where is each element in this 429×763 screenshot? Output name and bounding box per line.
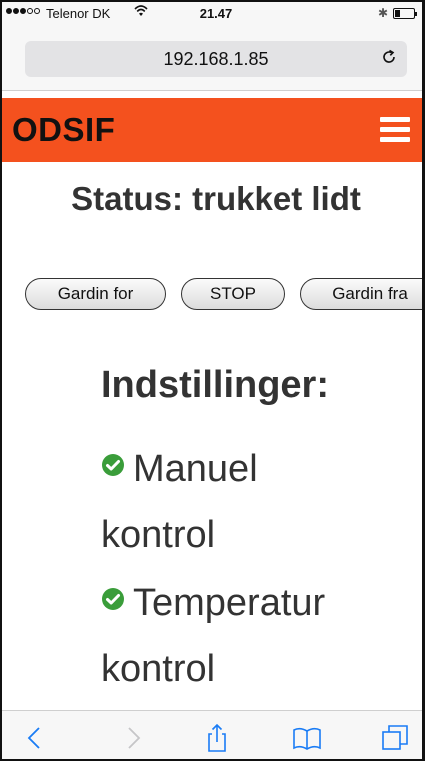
settings-heading: Indstillinger: bbox=[101, 364, 329, 406]
setting-manual-control[interactable]: Manuel kontrol bbox=[101, 436, 401, 568]
setting-label-line2: kontrol bbox=[101, 648, 216, 690]
curtain-close-button[interactable]: Gardin for bbox=[25, 278, 166, 310]
bluetooth-icon: ✱ bbox=[378, 6, 389, 20]
device-frame: Telenor DK 21.47 ✱ 192.168.1.85 ODSIF St… bbox=[0, 0, 425, 761]
tabs-icon[interactable] bbox=[380, 723, 410, 753]
browser-toolbar bbox=[2, 710, 422, 759]
url-text[interactable]: 192.168.1.85 bbox=[25, 49, 407, 70]
reload-icon[interactable] bbox=[379, 47, 399, 67]
forward-icon[interactable] bbox=[118, 723, 148, 753]
hamburger-menu-icon[interactable] bbox=[380, 115, 410, 145]
setting-temperature-control[interactable]: Temperatur kontrol bbox=[101, 570, 401, 702]
browser-address-area: 192.168.1.85 bbox=[2, 26, 422, 91]
check-circle-icon bbox=[102, 588, 124, 610]
app-header: ODSIF bbox=[2, 98, 422, 162]
battery-icon bbox=[393, 8, 417, 19]
ios-status-bar: Telenor DK 21.47 ✱ bbox=[2, 2, 422, 26]
back-icon[interactable] bbox=[20, 723, 50, 753]
address-bar[interactable]: 192.168.1.85 bbox=[25, 41, 407, 77]
curtain-controls: Gardin for STOP Gardin fra bbox=[25, 278, 422, 312]
curtain-status: Status: trukket lidt bbox=[71, 180, 361, 217]
curtain-open-button[interactable]: Gardin fra bbox=[300, 278, 422, 310]
setting-label: Manuel bbox=[133, 448, 258, 490]
setting-label: Temperatur bbox=[133, 582, 326, 624]
setting-label-line2: kontrol bbox=[101, 514, 216, 556]
clock: 21.47 bbox=[199, 6, 233, 21]
brand-logo[interactable]: ODSIF bbox=[12, 111, 115, 149]
check-circle-icon bbox=[102, 454, 124, 476]
bookmarks-icon[interactable] bbox=[292, 723, 322, 753]
stop-button[interactable]: STOP bbox=[181, 278, 285, 310]
share-icon[interactable] bbox=[202, 723, 232, 753]
